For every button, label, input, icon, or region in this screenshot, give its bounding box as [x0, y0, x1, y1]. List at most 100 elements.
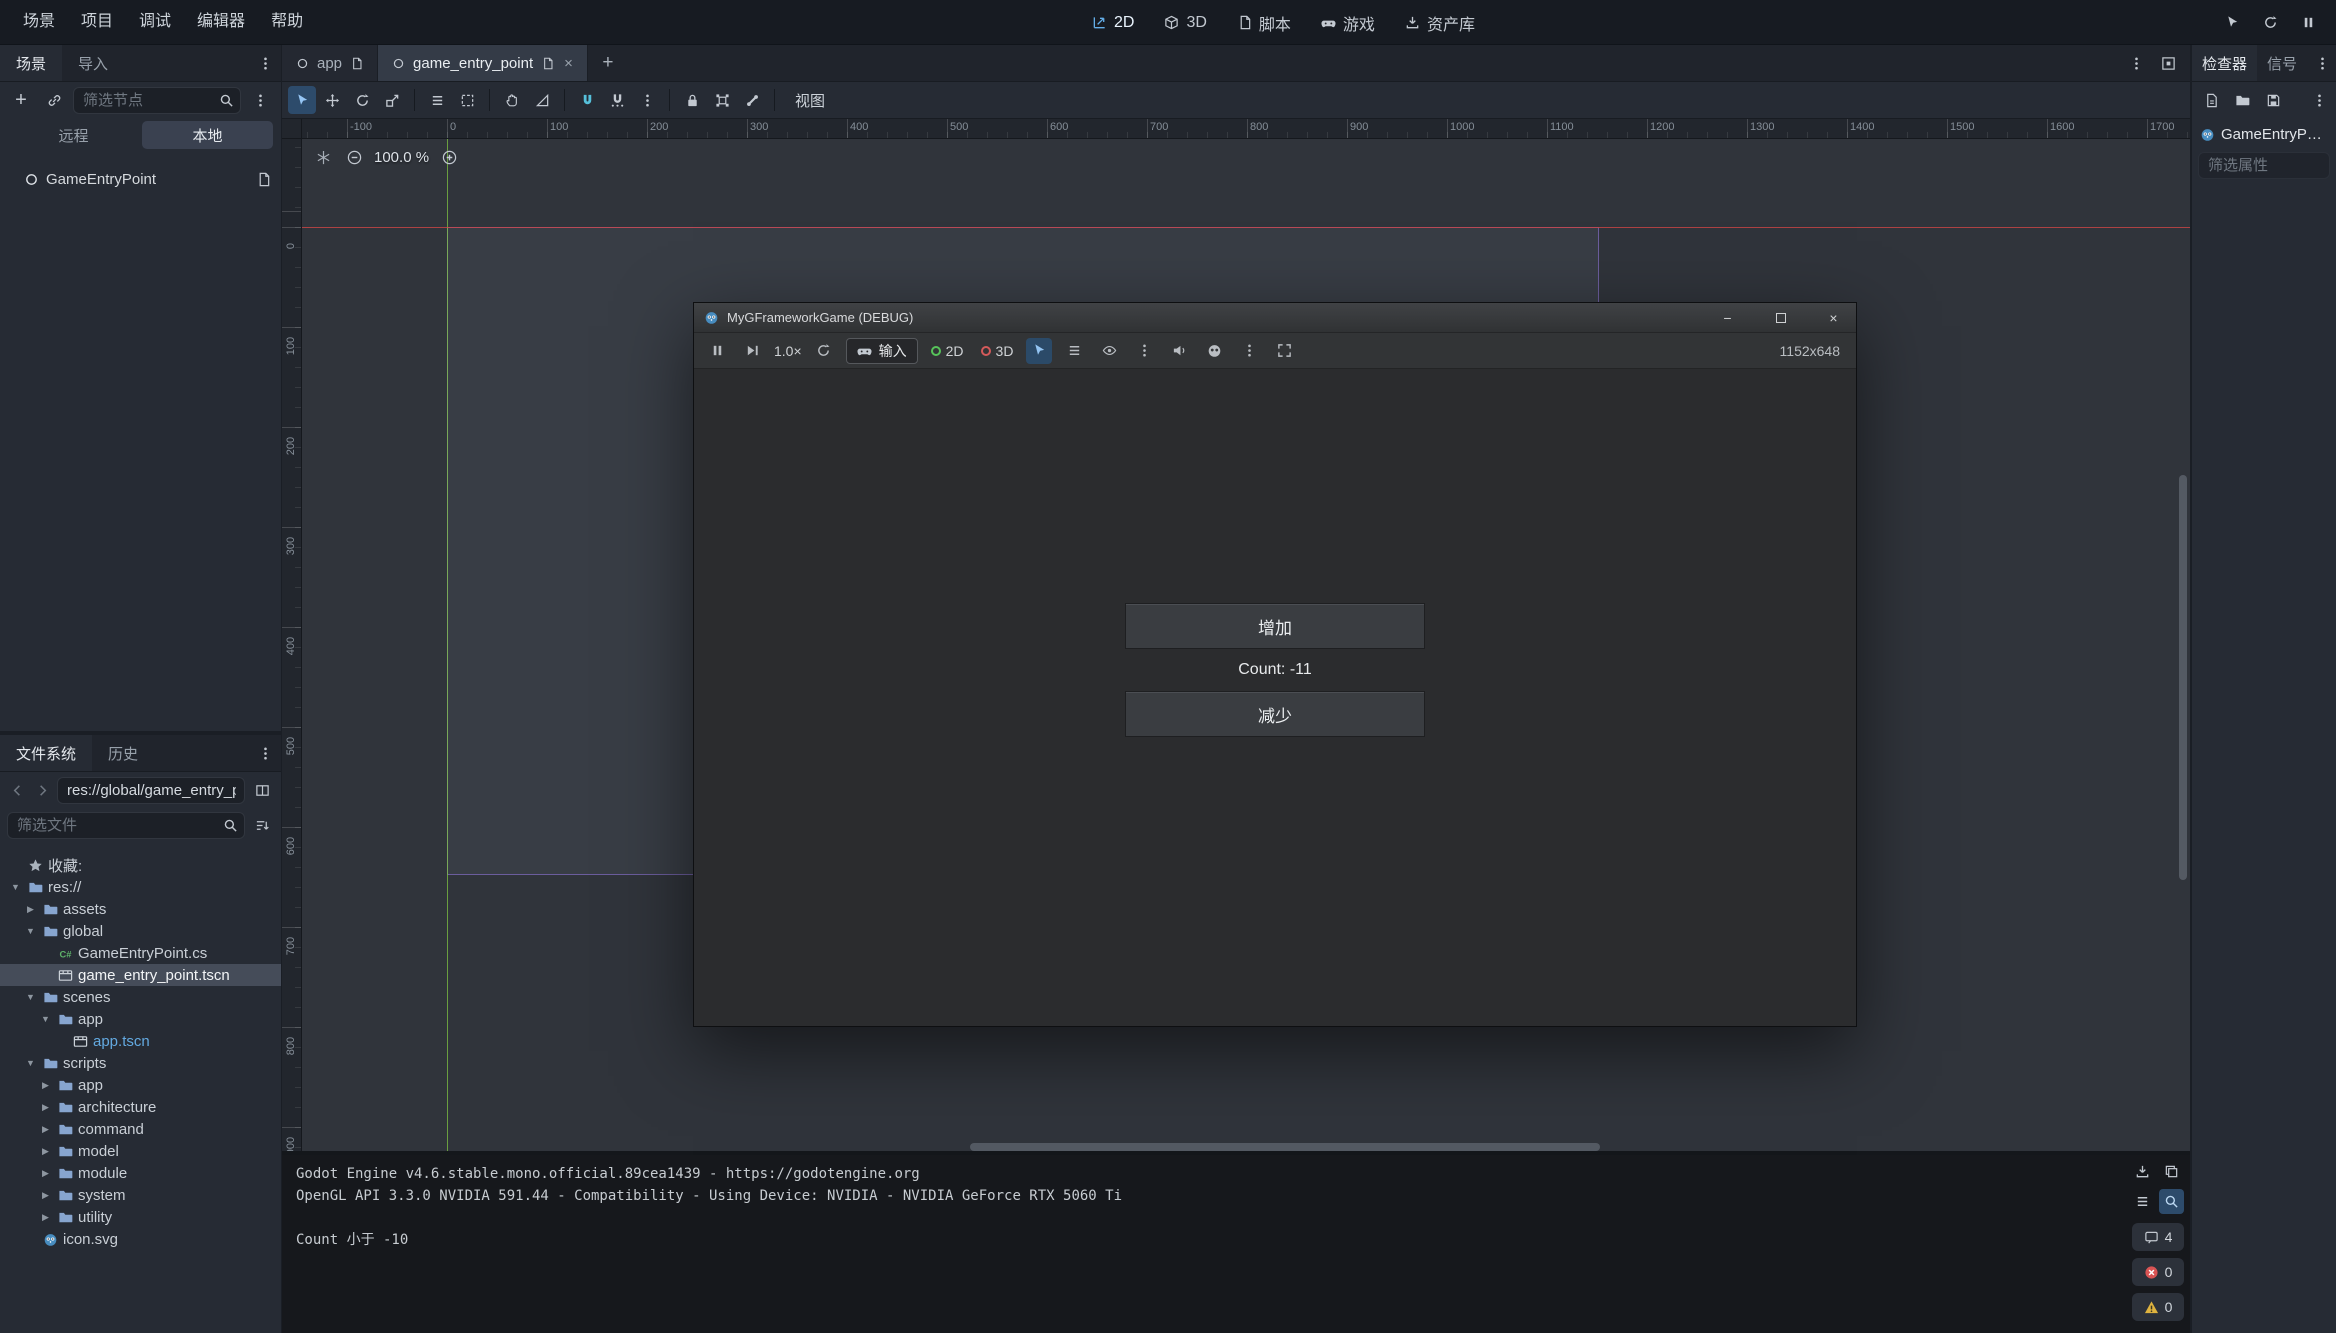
fs-tree-item-system[interactable]: ▶system: [0, 1184, 281, 1206]
view-menu-button[interactable]: 视图: [783, 90, 837, 111]
fs-tree-item-app[interactable]: ▶app: [0, 1074, 281, 1096]
suspend-game-icon[interactable]: [704, 338, 730, 364]
snap-options-icon[interactable]: [633, 86, 661, 114]
scale-tool-icon[interactable]: [378, 86, 406, 114]
message-count-badge[interactable]: 4: [2132, 1223, 2184, 1251]
pause-game-icon[interactable]: [2294, 9, 2322, 37]
filter-nodes-input[interactable]: [73, 87, 241, 114]
decrease-button[interactable]: 减少: [1125, 691, 1425, 737]
zoom-in-icon[interactable]: [438, 146, 460, 168]
tree-arrow-icon[interactable]: ▶: [38, 1190, 53, 1201]
mute-audio-icon[interactable]: [1166, 338, 1192, 364]
add-node-button[interactable]: +: [7, 86, 35, 114]
fs-path-input[interactable]: [57, 777, 245, 804]
group-selected-icon[interactable]: [708, 86, 736, 114]
load-resource-icon[interactable]: [2229, 86, 2255, 114]
warning-count-badge[interactable]: 0: [2132, 1293, 2184, 1321]
maximize-window-icon[interactable]: [1758, 303, 1803, 332]
zoom-level-label[interactable]: 100.0 %: [374, 149, 429, 166]
tree-arrow-icon[interactable]: ▶: [38, 1212, 53, 1223]
region-select-tool-icon[interactable]: [453, 86, 481, 114]
reset-speed-icon[interactable]: [811, 338, 837, 364]
log-search-icon[interactable]: [2159, 1189, 2184, 1214]
input-mode-button[interactable]: 输入: [846, 338, 918, 364]
mode-2d-button[interactable]: 2D: [927, 338, 968, 364]
fs-tree-item-icon.svg[interactable]: icon.svg: [0, 1228, 281, 1250]
tab-import[interactable]: 导入: [62, 45, 124, 81]
inspector-dock-menu-icon[interactable]: [2312, 49, 2332, 77]
horizontal-scrollbar[interactable]: [970, 1143, 1600, 1151]
workspace-assetlib[interactable]: 资产库: [1405, 11, 1475, 35]
smart-snap-icon[interactable]: [573, 86, 601, 114]
fs-tree-item-app[interactable]: ▼app: [0, 1008, 281, 1030]
tree-arrow-icon[interactable]: ▶: [38, 1168, 53, 1179]
workspace-3d[interactable]: 3D: [1164, 14, 1206, 32]
attached-script-icon[interactable]: [256, 172, 271, 187]
increase-button[interactable]: 增加: [1125, 603, 1425, 649]
nav-back-icon[interactable]: [7, 776, 27, 804]
instance-scene-icon[interactable]: [40, 86, 68, 114]
select-list-icon[interactable]: [1061, 338, 1087, 364]
lock-selected-icon[interactable]: [678, 86, 706, 114]
remote-mode-button[interactable]: 远程: [8, 121, 139, 149]
inspected-node-row[interactable]: GameEntryPoint: [2192, 118, 2336, 150]
fs-tree-item-utility[interactable]: ▶utility: [0, 1206, 281, 1228]
workspace-2d[interactable]: 2D: [1092, 14, 1134, 32]
new-scene-tab-button[interactable]: +: [594, 49, 622, 77]
game-select-tool-icon[interactable]: [1026, 338, 1052, 364]
game-window-titlebar[interactable]: MyGFrameworkGame (DEBUG) − ×: [694, 303, 1856, 333]
tree-arrow-icon[interactable]: ▼: [23, 992, 38, 1002]
tab-signals[interactable]: 信号: [2257, 45, 2307, 81]
scene-tabs-menu-icon[interactable]: [2122, 49, 2150, 77]
ruler-tool-icon[interactable]: [528, 86, 556, 114]
next-frame-icon[interactable]: [739, 338, 765, 364]
close-tab-icon[interactable]: ×: [562, 55, 573, 72]
menu-debug[interactable]: 调试: [126, 7, 184, 37]
menu-project[interactable]: 项目: [68, 7, 126, 37]
vertical-scrollbar[interactable]: [2179, 475, 2187, 880]
tree-arrow-icon[interactable]: ▶: [38, 1124, 53, 1135]
tree-arrow-icon[interactable]: ▼: [23, 926, 38, 936]
fullscreen-icon[interactable]: [1271, 338, 1297, 364]
filter-files-input[interactable]: [7, 812, 245, 839]
tree-arrow-icon[interactable]: ▼: [23, 1058, 38, 1068]
game-select-mode-icon[interactable]: [2218, 9, 2246, 37]
filter-properties-input[interactable]: [2198, 152, 2330, 179]
debug-godot-icon[interactable]: [1201, 338, 1227, 364]
fs-tree-item-architecture[interactable]: ▶architecture: [0, 1096, 281, 1118]
more-options-icon[interactable]: [1236, 338, 1262, 364]
save-resource-icon[interactable]: [2260, 86, 2286, 114]
mode-3d-button[interactable]: 3D: [977, 338, 1018, 364]
scene-tab-game-entry-point[interactable]: game_entry_point ×: [378, 45, 588, 81]
fs-tree-item-gameentrypoint.cs[interactable]: GameEntryPoint.cs: [0, 942, 281, 964]
file-sort-icon[interactable]: [250, 811, 274, 839]
rotate-tool-icon[interactable]: [348, 86, 376, 114]
new-resource-icon[interactable]: [2198, 86, 2224, 114]
error-count-badge[interactable]: 0: [2132, 1258, 2184, 1286]
time-scale-label[interactable]: 1.0×: [774, 343, 802, 359]
split-view-icon[interactable]: [250, 776, 274, 804]
move-tool-icon[interactable]: [318, 86, 346, 114]
workspace-game[interactable]: 游戏: [1321, 11, 1375, 35]
close-window-icon[interactable]: ×: [1811, 303, 1856, 332]
scene-tree-menu-icon[interactable]: [246, 86, 274, 114]
distraction-free-icon[interactable]: [2154, 49, 2182, 77]
local-mode-button[interactable]: 本地: [142, 121, 273, 149]
fs-tree-item-scenes[interactable]: ▼scenes: [0, 986, 281, 1008]
skeleton-options-icon[interactable]: [738, 86, 766, 114]
tree-arrow-icon[interactable]: ▼: [38, 1014, 53, 1024]
fs-tree-item-app.tscn[interactable]: app.tscn: [0, 1030, 281, 1052]
fs-tree-item-game_entry_point.tscn[interactable]: game_entry_point.tscn: [0, 964, 281, 986]
tab-scene[interactable]: 场景: [0, 45, 62, 81]
tab-history[interactable]: 历史: [92, 735, 154, 771]
nav-forward-icon[interactable]: [32, 776, 52, 804]
fs-tree-item-res[interactable]: ▼res://: [0, 876, 281, 898]
menu-editor[interactable]: 编辑器: [184, 7, 258, 37]
fs-tree-item-model[interactable]: ▶model: [0, 1140, 281, 1162]
fs-tree-item-assets[interactable]: ▶assets: [0, 898, 281, 920]
fs-tree-item-command[interactable]: ▶command: [0, 1118, 281, 1140]
menu-scene[interactable]: 场景: [10, 7, 68, 37]
fs-tree-item-module[interactable]: ▶module: [0, 1162, 281, 1184]
fs-tree-item-[interactable]: 收藏:: [0, 854, 281, 876]
scene-tab-app[interactable]: app: [282, 45, 378, 81]
